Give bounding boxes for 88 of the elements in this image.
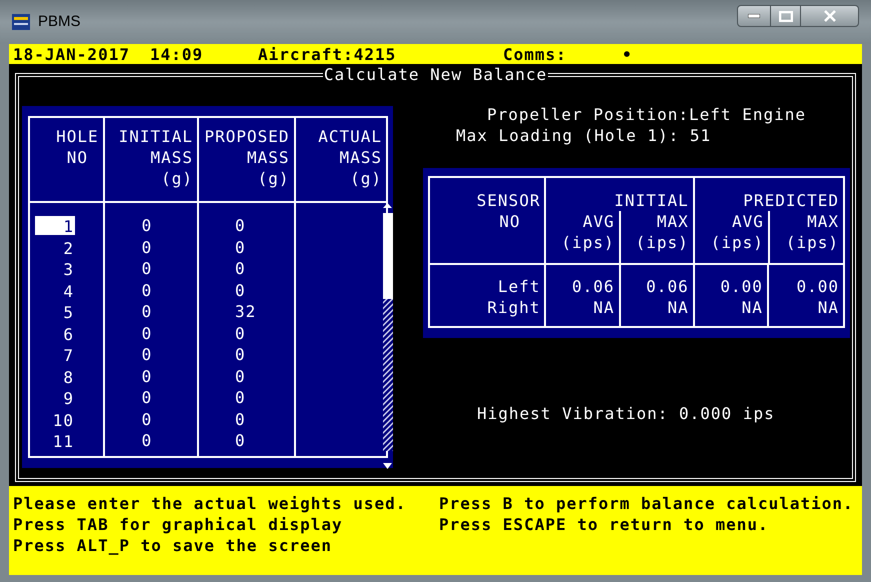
initial-mass-cell: 0 <box>142 258 152 280</box>
minimize-button[interactable] <box>737 5 771 27</box>
header-text: (ips) <box>561 232 615 253</box>
propeller-position-text: Propeller Position:Left Engine <box>487 104 807 125</box>
proposed-mass-cell: 0 <box>235 322 246 344</box>
proposed-mass-cell: 0 <box>235 408 246 430</box>
header-text: SENSOR <box>476 190 540 211</box>
header-text: MASS <box>339 147 382 168</box>
value-cell: 0.06 <box>572 276 615 297</box>
header-text: (g) <box>161 168 194 189</box>
proposed-mass-cell: 0 <box>235 280 246 301</box>
header-text: (ips) <box>636 232 689 253</box>
scrollbar[interactable] <box>382 201 393 471</box>
header-text: NO <box>499 211 520 232</box>
hole-number-cell[interactable]: 9 <box>35 388 75 408</box>
header-text: NO <box>66 147 88 168</box>
header-text: ACTUAL <box>318 126 382 147</box>
hole-number-cell[interactable]: 6 <box>35 324 75 343</box>
initial-mass-cell: 0 <box>142 344 152 366</box>
value-cell: 0.00 <box>720 276 763 297</box>
value-cell: NA <box>818 297 839 318</box>
max-loading-text: Max Loading (Hole 1): 51 <box>456 125 712 146</box>
header-text: INITIAL <box>118 126 194 147</box>
initial-mass-cell: 0 <box>142 322 152 344</box>
app-logo-icon <box>12 14 30 30</box>
hole-number-cell[interactable]: 7 <box>35 345 75 364</box>
close-icon <box>822 10 836 22</box>
header-text: AVG <box>732 211 764 232</box>
time-text: 14:09 <box>150 44 204 64</box>
initial-mass-cell: 0 <box>142 408 152 430</box>
group-header-text: INITIAL <box>614 190 690 211</box>
initial-mass-cell: 0 <box>142 430 152 452</box>
header-text: MAX <box>656 211 689 232</box>
help-text: Press ESCAPE to return to menu. <box>439 514 770 535</box>
proposed-mass-cell: 0 <box>235 258 246 280</box>
help-text: Press TAB for graphical display <box>13 514 344 535</box>
maximize-icon <box>778 10 792 22</box>
value-cell: NA <box>742 297 763 318</box>
comms-indicator: • <box>622 44 633 64</box>
hole-number-cell[interactable]: 4 <box>35 280 75 300</box>
value-cell: 0.00 <box>796 276 839 297</box>
value-cell: NA <box>667 297 689 318</box>
value-cell: 0.06 <box>646 276 689 297</box>
hole-number-cell[interactable]: 11 <box>35 431 75 450</box>
header-text: (g) <box>258 168 290 189</box>
initial-mass-cell: 0 <box>142 387 152 408</box>
aircraft-text: Aircraft:4215 <box>258 44 398 64</box>
header-text: AVG <box>582 211 615 232</box>
header-text: MASS <box>150 147 194 168</box>
hole-number-cell[interactable]: 5 <box>35 302 75 322</box>
date-text: 18-JAN-2017 <box>13 44 131 64</box>
help-text: Please enter the actual weights used. <box>13 493 408 514</box>
help-text: Press ALT_P to save the screen <box>13 535 333 556</box>
maximize-button[interactable] <box>771 5 801 27</box>
hole-number-cell[interactable]: 10 <box>35 410 75 429</box>
proposed-mass-cell: 0 <box>235 430 246 452</box>
highest-vibration-text: Highest Vibration: 0.000 ips <box>477 403 776 424</box>
header-text: MAX <box>807 211 840 232</box>
header-text: (ips) <box>786 232 840 253</box>
header-text: HOLE <box>56 126 99 147</box>
proposed-mass-cell: 0 <box>235 387 246 408</box>
value-cell: NA <box>593 297 615 318</box>
proposed-mass-cell: 0 <box>235 344 246 366</box>
close-button[interactable] <box>801 5 859 27</box>
sensor-name-cell: Left <box>498 276 540 297</box>
hole-number-cell[interactable]: 2 <box>35 238 75 257</box>
window-title: PBMS <box>38 12 81 32</box>
proposed-mass-cell: 32 <box>235 301 256 322</box>
header-text: (ips) <box>710 232 764 253</box>
group-header-text: PREDICTED <box>743 190 840 211</box>
header-text: PROPOSED <box>204 126 290 147</box>
help-text: Press B to perform balance calculation. <box>439 493 854 514</box>
initial-mass-cell: 0 <box>142 366 152 387</box>
initial-mass-cell: 0 <box>142 215 152 236</box>
hole-number-cell[interactable]: 8 <box>35 366 75 386</box>
header-text: MASS <box>246 147 290 168</box>
proposed-mass-cell: 0 <box>235 236 246 258</box>
comms-text: Comms: <box>503 44 568 64</box>
proposed-mass-cell: 0 <box>235 366 246 387</box>
minimize-icon <box>748 14 760 18</box>
hole-number-cell[interactable]: 3 <box>35 259 75 278</box>
initial-mass-cell: 0 <box>142 236 152 258</box>
header-text: (g) <box>350 168 382 189</box>
sensor-name-cell: Right <box>487 297 540 318</box>
initial-mass-cell: 0 <box>142 280 152 301</box>
hole-number-cell[interactable]: 1 <box>35 216 75 236</box>
initial-mass-cell: 0 <box>142 301 152 322</box>
proposed-mass-cell: 0 <box>235 215 246 236</box>
